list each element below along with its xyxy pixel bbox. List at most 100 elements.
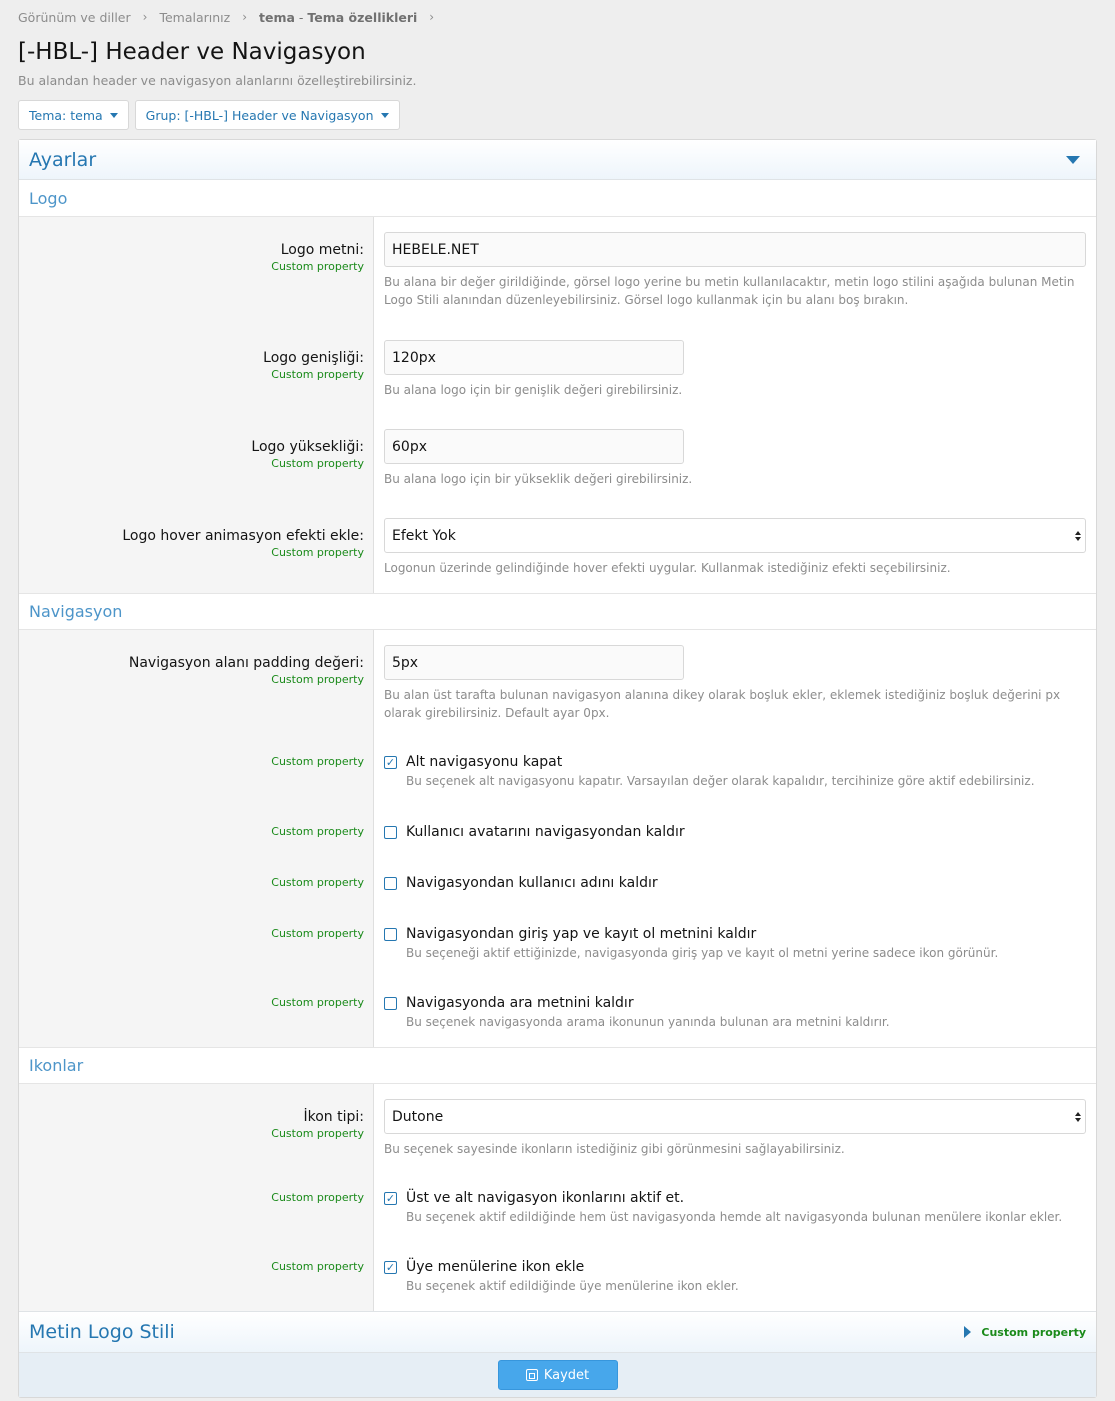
icons-opt2-option[interactable]: Üye menülerine ikon ekle — [384, 1258, 1086, 1276]
group-filter-button[interactable]: Grup: [-HBL-] Header ve Navigasyon — [134, 100, 400, 130]
row-logo-height: Logo yüksekliği: Custom property 60px Bu… — [19, 429, 1096, 488]
collapse-toggle-icon[interactable] — [1066, 155, 1080, 164]
filter-bar: Tema: tema Grup: [-HBL-] Header ve Navig… — [18, 100, 1097, 130]
icons-opt2-label: Üye menülerine ikon ekle — [406, 1259, 585, 1275]
save-button-label: Kaydet — [543, 1367, 590, 1383]
breadcrumb-link-current[interactable]: tema - Tema özellikleri — [259, 10, 417, 25]
page: Görünüm ve diller › Temalarınız › tema -… — [0, 0, 1115, 1401]
logo-height-label: Logo yüksekliği: — [251, 439, 364, 455]
icons-opt1-label: Üst ve alt navigasyon ikonlarını aktif e… — [406, 1190, 685, 1206]
theme-filter-label: Tema: tema — [29, 107, 103, 123]
icon-type-select[interactable]: Dutone — [384, 1099, 1086, 1134]
row-label: Custom property — [19, 823, 374, 841]
row-field: 5px Bu alan üst tarafta bulunan navigasy… — [374, 645, 1096, 722]
icon-type-hint: Bu seçenek sayesinde ikonların istediğin… — [384, 1142, 845, 1156]
custom-property-label: Custom property — [271, 876, 364, 889]
nav-opt1-option[interactable]: Alt navigasyonu kapat — [384, 753, 1086, 771]
settings-header[interactable]: Ayarlar — [19, 140, 1096, 180]
row-field: Efekt Yok Logonun üzerinde gelindiğinde … — [374, 518, 1096, 577]
row-label: Logo genişliği: Custom property — [19, 340, 374, 399]
select-arrows-icon — [1075, 530, 1081, 541]
row-label: Navigasyon alanı padding değeri: Custom … — [19, 645, 374, 722]
custom-property-label: Custom property — [271, 673, 364, 686]
row-field: 60px Bu alana logo için bir yükseklik de… — [374, 429, 1096, 488]
nav-padding-label: Navigasyon alanı padding değeri: — [128, 655, 364, 671]
row-field: Dutone Bu seçenek sayesinde ikonların is… — [374, 1099, 1096, 1158]
nav-opt4-option[interactable]: Navigasyondan giriş yap ve kayıt ol metn… — [384, 925, 1086, 943]
section-logo-header: Logo — [19, 180, 1096, 217]
nav-opt1-checkbox[interactable] — [384, 755, 397, 769]
theme-filter-button[interactable]: Tema: tema — [18, 100, 129, 130]
row-nav-opt5: Custom property Navigasyonda ara metnini… — [19, 994, 1096, 1030]
custom-property-label: Custom property — [271, 1127, 364, 1140]
nav-opt4-label: Navigasyondan giriş yap ve kayıt ol metn… — [406, 926, 757, 942]
row-logo-hover: Logo hover animasyon efekti ekle: Custom… — [19, 518, 1096, 577]
logo-hover-select[interactable]: Efekt Yok — [384, 518, 1086, 553]
breadcrumb-link-appearance[interactable]: Görünüm ve diller — [18, 10, 131, 25]
nav-opt1-hint: Bu seçenek alt navigasyonu kapatır. Vars… — [406, 774, 1035, 788]
row-field: Üst ve alt navigasyon ikonlarını aktif e… — [374, 1189, 1096, 1225]
row-logo-width: Logo genişliği: Custom property 120px Bu… — [19, 340, 1096, 399]
chevron-right-icon: › — [142, 10, 148, 24]
nav-padding-hint: Bu alan üst tarafta bulunan navigasyon a… — [384, 688, 1061, 720]
nav-opt3-checkbox[interactable] — [384, 876, 397, 890]
caret-down-icon — [380, 112, 389, 118]
icons-opt1-option[interactable]: Üst ve alt navigasyon ikonlarını aktif e… — [384, 1189, 1086, 1207]
row-field: Üye menülerine ikon ekle Bu seçenek akti… — [374, 1258, 1096, 1294]
nav-opt3-label: Navigasyondan kullanıcı adını kaldır — [406, 875, 658, 891]
icons-opt2-checkbox[interactable] — [384, 1260, 397, 1274]
nav-opt5-checkbox[interactable] — [384, 996, 397, 1010]
row-field: Kullanıcı avatarını navigasyondan kaldır — [374, 823, 1096, 841]
icons-opt2-hint: Bu seçenek aktif edildiğinde üye menüler… — [406, 1279, 739, 1293]
caret-down-icon — [109, 112, 118, 118]
settings-block: Ayarlar Logo Logo metni: Custom property… — [18, 139, 1097, 1398]
row-nav-opt3: Custom property Navigasyondan kullanıcı … — [19, 874, 1096, 892]
custom-property-label: Custom property — [271, 1260, 364, 1273]
custom-property-label: Custom property — [271, 1191, 364, 1204]
section-logo-body: Logo metni: Custom property HEBELE.NET B… — [19, 217, 1096, 593]
group-filter-label: Grup: [-HBL-] Header ve Navigasyon — [145, 107, 374, 123]
logo-hover-selected: Efekt Yok — [392, 527, 456, 544]
logo-height-hint: Bu alana logo için bir yükseklik değeri … — [384, 472, 693, 486]
row-field: HEBELE.NET Bu alana bir değer girildiğin… — [374, 232, 1096, 309]
row-nav-opt1: Custom property Alt navigasyonu kapat Bu… — [19, 753, 1096, 789]
logo-text-hint: Bu alana bir değer girildiğinde, görsel … — [384, 275, 1075, 307]
row-nav-padding: Navigasyon alanı padding değeri: Custom … — [19, 645, 1096, 722]
nav-opt2-checkbox[interactable] — [384, 825, 397, 839]
nav-opt5-option[interactable]: Navigasyonda ara metnini kaldır — [384, 994, 1086, 1012]
row-label: Custom property — [19, 925, 374, 961]
nav-padding-input[interactable]: 5px — [384, 645, 684, 680]
breadcrumb-separator-dash: - — [294, 9, 308, 25]
nav-opt4-checkbox[interactable] — [384, 927, 397, 941]
custom-property-label: Custom property — [271, 368, 364, 381]
custom-property-label: Custom property — [271, 927, 364, 940]
nav-opt5-hint: Bu seçenek navigasyonda arama ikonunun y… — [406, 1015, 890, 1029]
chevron-right-icon: › — [429, 10, 435, 24]
custom-property-label: Custom property — [271, 755, 364, 768]
row-icon-type: İkon tipi: Custom property Dutone Bu seç… — [19, 1099, 1096, 1158]
nav-opt3-option[interactable]: Navigasyondan kullanıcı adını kaldır — [384, 874, 1086, 892]
save-button[interactable]: Kaydet — [497, 1360, 618, 1390]
logo-width-input[interactable]: 120px — [384, 340, 684, 375]
custom-property-label: Custom property — [271, 996, 364, 1009]
metin-logo-meta: Custom property — [964, 1326, 1086, 1339]
nav-opt4-hint: Bu seçeneği aktif ettiğinizde, navigasyo… — [406, 946, 999, 960]
icons-opt1-hint: Bu seçenek aktif edildiğinde hem üst nav… — [406, 1210, 1063, 1224]
icons-opt1-checkbox[interactable] — [384, 1191, 397, 1205]
row-icons-opt1: Custom property Üst ve alt navigasyon ik… — [19, 1189, 1096, 1225]
row-label: Logo metni: Custom property — [19, 232, 374, 309]
row-label: Logo yüksekliği: Custom property — [19, 429, 374, 488]
logo-hover-label: Logo hover animasyon efekti ekle: — [122, 528, 364, 544]
breadcrumb-theme-name: tema — [259, 9, 295, 25]
expand-right-icon[interactable] — [964, 1326, 972, 1338]
nav-opt2-option[interactable]: Kullanıcı avatarını navigasyondan kaldır — [384, 823, 1086, 841]
logo-width-label: Logo genişliği: — [263, 350, 364, 366]
breadcrumb: Görünüm ve diller › Temalarınız › tema -… — [18, 0, 1097, 34]
logo-height-input[interactable]: 60px — [384, 429, 684, 464]
metin-logo-header[interactable]: Metin Logo Stili Custom property — [19, 1311, 1096, 1353]
breadcrumb-link-themes[interactable]: Temalarınız — [159, 10, 230, 25]
logo-width-hint: Bu alana logo için bir genişlik değeri g… — [384, 383, 683, 397]
logo-text-input[interactable]: HEBELE.NET — [384, 232, 1086, 267]
row-icons-opt2: Custom property Üye menülerine ikon ekle… — [19, 1258, 1096, 1294]
row-logo-text: Logo metni: Custom property HEBELE.NET B… — [19, 232, 1096, 309]
